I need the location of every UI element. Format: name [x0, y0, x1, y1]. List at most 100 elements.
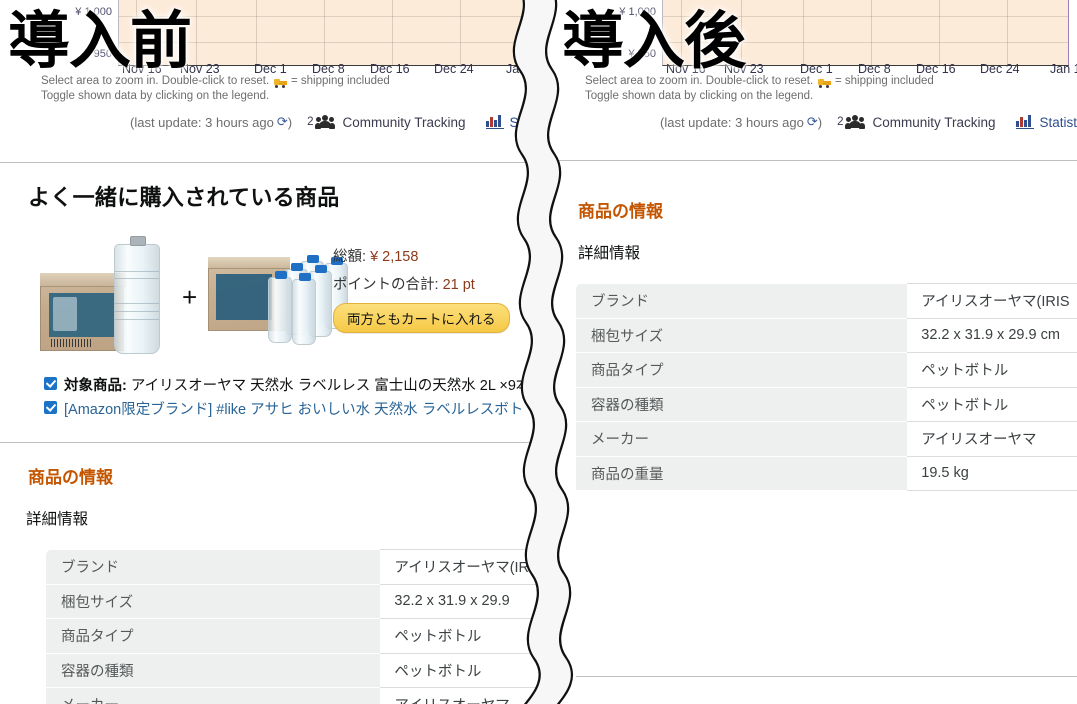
statistics-label[interactable]: Statisti	[1040, 115, 1077, 130]
tracking-bar-left[interactable]: (last update: 3 hours ago ⟳ ) 2 Communit…	[130, 114, 537, 130]
last-update-paren: )	[817, 114, 823, 130]
chart-x-tick: Dec 1	[254, 62, 287, 76]
chart-x-tick: Jan 1	[1050, 62, 1077, 76]
chart-x-tick: Dec 24	[980, 62, 1020, 76]
chart-x-tick: Dec 16	[370, 62, 410, 76]
spec-key: ブランド	[576, 283, 908, 319]
chart-x-tick: Dec 16	[916, 62, 956, 76]
chart-x-tick: Dec 1	[800, 62, 833, 76]
gridline-vertical	[803, 0, 804, 65]
fbt-item-checkbox[interactable]	[44, 401, 57, 414]
table-row: 梱包サイズ 32.2 x 31.9 x 29.9	[46, 584, 540, 619]
product-image-1[interactable]	[36, 236, 171, 355]
product-info-subheading: 詳細情報	[578, 245, 641, 262]
product-info-heading: 商品の情報	[578, 202, 663, 221]
gridline-vertical	[256, 0, 257, 65]
statistics-bar-chart-icon	[485, 115, 504, 129]
fbt-image-strip: +	[36, 236, 358, 355]
overlay-label-after: 導入後	[562, 4, 746, 77]
fbt-item-checkbox[interactable]	[44, 377, 57, 390]
table-row: 梱包サイズ 32.2 x 31.9 x 29.9 cm	[576, 318, 1077, 353]
fbt-item-title[interactable]: [Amazon限定ブランド] #like アサヒ おいしい水 天然水 ラベルレス…	[64, 398, 523, 419]
section-divider	[552, 160, 1077, 161]
community-tracking-label[interactable]: Community Tracking	[872, 115, 995, 130]
bottom-divider	[576, 676, 1077, 677]
chart-shipping-hint: = shipping included	[291, 75, 390, 87]
spec-key: 容器の種類	[576, 387, 908, 422]
frequently-bought-together-title: よく一緒に購入されている商品	[28, 185, 340, 210]
spec-key: ブランド	[46, 549, 381, 585]
refresh-icon[interactable]: ⟳	[277, 114, 288, 130]
chart-legend-hint: Toggle shown data by clicking on the leg…	[585, 90, 814, 102]
product-info-subheading: 詳細情報	[26, 511, 89, 528]
screenshot-root: ¥ 1,000 ¥ 950 Nov 16 Nov 23 Dec 1 Dec 8 …	[0, 0, 1077, 704]
community-tracking-label[interactable]: Community Tracking	[342, 115, 465, 130]
gridline-vertical	[460, 0, 461, 65]
chart-x-tick: Dec 8	[858, 62, 891, 76]
fbt-total-label: 総額:	[333, 249, 367, 265]
tracking-count: 2	[307, 116, 314, 128]
last-update-text: (last update: 3 hours ago	[660, 114, 804, 130]
table-row: 商品の重量 19.5 kg	[576, 456, 1077, 491]
tracking-count: 2	[837, 116, 844, 128]
spec-value: 19.5 kg	[907, 456, 1077, 491]
refresh-icon[interactable]: ⟳	[807, 114, 818, 130]
spec-key: メーカー	[576, 421, 908, 457]
spec-value: ペットボトル	[907, 387, 1077, 422]
fbt-total-value: ¥ 2,158	[370, 249, 419, 265]
spec-key: 商品タイプ	[576, 352, 908, 388]
spec-key: 梱包サイズ	[46, 584, 381, 619]
spec-key: メーカー	[46, 687, 381, 704]
section-divider	[0, 162, 540, 163]
table-row: 商品タイプ ペットボトル	[46, 618, 540, 654]
table-row: ブランド アイリスオーヤマ(IR	[46, 549, 540, 585]
spec-value: 32.2 x 31.9 x 29.9 cm	[907, 318, 1077, 353]
spec-value: ペットボトル	[380, 618, 540, 654]
table-row: ブランド アイリスオーヤマ(IRIS	[576, 283, 1077, 319]
add-both-to-cart-button[interactable]: 両方ともカートに入れる	[333, 303, 510, 333]
spec-value: アイリスオーヤマ(IR	[380, 549, 540, 585]
last-update-paren: )	[287, 114, 293, 130]
fbt-item-prefix: 対象商品:	[64, 378, 127, 394]
table-row: メーカー アイリスオーヤマ	[46, 687, 540, 704]
fbt-points-value: 21 pt	[442, 277, 475, 293]
tracking-bar-right[interactable]: (last update: 3 hours ago ⟳ ) 2 Communit…	[660, 114, 1077, 130]
spec-key: 梱包サイズ	[576, 318, 908, 353]
section-divider	[0, 442, 540, 443]
panel-after: ¥ 1,000 ¥ 950 Nov 16 Nov 23 Dec 1 Dec 8 …	[552, 0, 1077, 704]
plus-separator: +	[182, 282, 198, 312]
fbt-item-checkbox-row[interactable]: [Amazon限定ブランド] #like アサヒ おいしい水 天然水 ラベルレス…	[44, 398, 523, 419]
chart-shipping-hint: = shipping included	[835, 75, 934, 87]
spec-key: 商品の重量	[576, 456, 908, 491]
last-update-text: (last update: 3 hours ago	[130, 114, 274, 130]
table-row: 容器の種類 ペットボトル	[576, 387, 1077, 422]
statistics-label[interactable]: Stati	[510, 115, 537, 130]
chart-x-tick: Dec 24	[434, 62, 474, 76]
spec-key: 容器の種類	[46, 653, 381, 688]
chart-legend-hint: Toggle shown data by clicking on the leg…	[41, 90, 270, 102]
gridline-vertical	[324, 0, 325, 65]
spec-value: アイリスオーヤマ	[907, 421, 1077, 457]
spec-value: ペットボトル	[380, 653, 540, 688]
fbt-total-line: 総額: ¥ 2,158	[333, 245, 510, 266]
spec-value: アイリスオーヤマ	[380, 687, 540, 704]
shipping-truck-icon	[818, 78, 831, 88]
statistics-bar-chart-icon	[1015, 115, 1034, 129]
spec-value: ペットボトル	[907, 352, 1077, 388]
spec-value: アイリスオーヤマ(IRIS	[907, 283, 1077, 319]
community-people-icon	[845, 115, 866, 129]
panel-before: ¥ 1,000 ¥ 950 Nov 16 Nov 23 Dec 1 Dec 8 …	[0, 0, 540, 704]
fbt-points-line: ポイントの合計: 21 pt	[333, 273, 510, 294]
product-info-heading: 商品の情報	[28, 468, 113, 487]
fbt-item-checkbox-row[interactable]: 対象商品: アイリスオーヤマ 天然水 ラベルレス 富士山の天然水 2L ×9本	[44, 374, 530, 395]
product-spec-table-left: ブランド アイリスオーヤマ(IR 梱包サイズ 32.2 x 31.9 x 29.…	[46, 549, 540, 704]
community-people-icon	[315, 115, 336, 129]
chart-x-tick: Dec 8	[312, 62, 345, 76]
fbt-points-label: ポイントの合計:	[333, 277, 439, 293]
spec-value: 32.2 x 31.9 x 29.9	[380, 584, 540, 619]
shipping-truck-icon	[274, 78, 287, 88]
table-row: 容器の種類 ペットボトル	[46, 653, 540, 688]
gridline-vertical	[871, 0, 872, 65]
gridline-vertical	[196, 0, 197, 65]
fbt-item-title[interactable]: アイリスオーヤマ 天然水 ラベルレス 富士山の天然水 2L ×9本	[131, 374, 531, 395]
